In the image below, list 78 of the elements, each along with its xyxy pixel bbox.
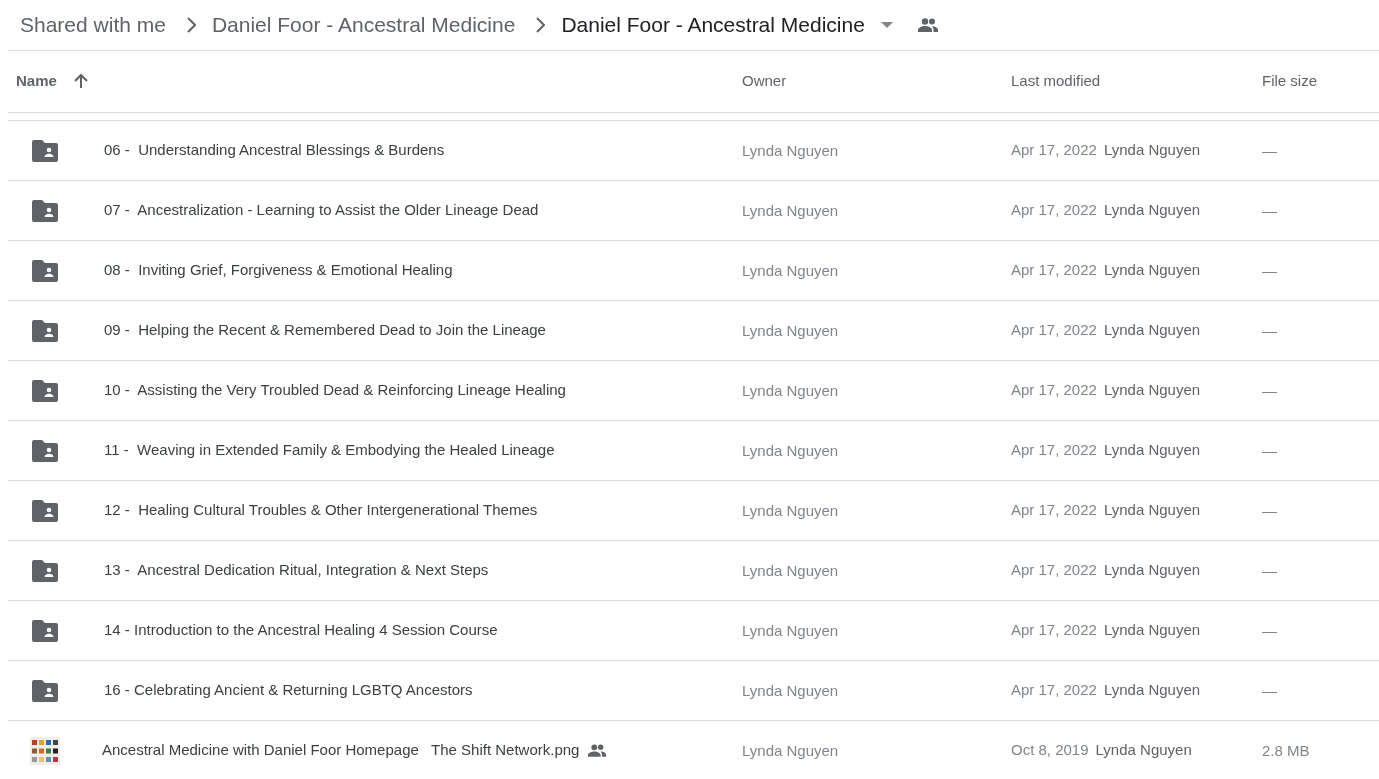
file-row[interactable]: 14 - Introduction to the Ancestral Healing 4 Session Course Lynda Nguyen Apr 17, 2022 Lynda Nguyen — <box>8 601 1379 661</box>
modified-by: Lynda Nguyen <box>1103 500 1201 521</box>
owner-name: Lynda Nguyen <box>742 141 839 159</box>
modified-date: Apr 17, 2022 <box>1011 440 1097 461</box>
column-header[interactable]: Last modified <box>1011 70 1101 93</box>
modified-by: Lynda Nguyen <box>1103 560 1201 581</box>
owner-name: Lynda Nguyen <box>742 741 839 759</box>
file-name: 10 - Assisting the Very Troubled Dead & Reinforcing Lineage Healing <box>104 380 566 401</box>
modified-by: Lynda Nguyen <box>1103 140 1201 161</box>
modified-by: Lynda Nguyen <box>1103 680 1201 701</box>
file-name: 14 - Introduction to the Ancestral Healing 4 Session Course <box>104 620 498 641</box>
owner-name: Lynda Nguyen <box>742 381 839 399</box>
owner-name: Lynda Nguyen <box>742 441 839 459</box>
file-row[interactable]: 06 - Understanding Ancestral Blessings & Burdens Lynda Nguyen Apr 17, 2022 Lynda Nguyen — <box>8 121 1379 181</box>
file-name: 16 - Celebrating Ancient & Returning LGBTQ Ancestors <box>104 680 473 701</box>
owner-name: Lynda Nguyen <box>742 561 839 579</box>
breadcrumb-link[interactable]: Daniel Foor - Ancestral Medicine <box>561 9 865 41</box>
modified-by: Lynda Nguyen <box>1103 380 1201 401</box>
file-row[interactable]: 13 - Ancestral Dedication Ritual, Integration & Next Steps Lynda Nguyen Apr 17, 2022 Lynda Nguyen — <box>8 541 1379 601</box>
file-size: — <box>1262 381 1277 399</box>
file-name: Ancestral Medicine with Daniel Foor Homepage The Shift Network.png <box>102 740 580 761</box>
modified-date: Apr 17, 2022 <box>1011 200 1097 221</box>
column-header[interactable]: Name <box>8 70 57 93</box>
chevron-right-icon <box>535 17 546 33</box>
modified-date: Apr 17, 2022 <box>1011 320 1097 341</box>
modified-by: Lynda Nguyen <box>1103 440 1201 461</box>
file-size: — <box>1262 141 1277 159</box>
owner-name: Lynda Nguyen <box>742 501 839 519</box>
modified-date: Apr 17, 2022 <box>1011 620 1097 641</box>
modified-date: Apr 17, 2022 <box>1011 260 1097 281</box>
file-row[interactable]: 12 - Healing Cultural Troubles & Other Intergenerational Themes Lynda Nguyen Apr 17, 2022 Lynda Nguyen — <box>8 481 1379 541</box>
file-name: 12 - Healing Cultural Troubles & Other Intergenerational Themes <box>104 500 538 521</box>
owner-name: Lynda Nguyen <box>742 261 839 279</box>
file-size: — <box>1262 561 1277 579</box>
breadcrumb-link[interactable]: Daniel Foor - Ancestral Medicine <box>211 9 516 41</box>
modified-by: Lynda Nguyen <box>1103 260 1201 281</box>
sort-arrow-icon[interactable] <box>72 73 89 90</box>
file-name: 11 - Weaving in Extended Family & Embodying the Healed Lineage <box>104 440 555 461</box>
file-size: — <box>1262 621 1277 639</box>
file-name: 08 - Inviting Grief, Forgiveness & Emotional Healing <box>104 260 453 281</box>
file-name: 06 - Understanding Ancestral Blessings & Burdens <box>104 140 445 161</box>
modified-date: Apr 17, 2022 <box>1011 380 1097 401</box>
modified-date: Apr 17, 2022 <box>1011 500 1097 521</box>
modified-by: Lynda Nguyen <box>1103 320 1201 341</box>
file-size: — <box>1262 261 1277 279</box>
dropdown-caret-icon[interactable] <box>880 22 893 28</box>
modified-by: Lynda Nguyen <box>1103 200 1201 221</box>
file-size: — <box>1262 201 1277 219</box>
modified-date: Oct 8, 2019 <box>1011 740 1089 761</box>
owner-name: Lynda Nguyen <box>742 621 839 639</box>
modified-by: Lynda Nguyen <box>1095 740 1192 761</box>
owner-name: Lynda Nguyen <box>742 321 839 339</box>
owner-name: Lynda Nguyen <box>742 681 839 699</box>
file-size: — <box>1262 501 1277 519</box>
modified-by: Lynda Nguyen <box>1103 620 1201 641</box>
file-row[interactable]: 09 - Helping the Recent & Remembered Dead to Join the Lineage Lynda Nguyen Apr 17, 2022 Lynda Nguyen — <box>8 301 1379 361</box>
column-header[interactable]: File size <box>1262 70 1317 93</box>
file-row[interactable]: 11 - Weaving in Extended Family & Embodying the Healed Lineage Lynda Nguyen Apr 17, 2022 Lynda Nguyen — <box>8 421 1379 481</box>
file-size: 2.8 MB <box>1262 741 1310 759</box>
file-name: 09 - Helping the Recent & Remembered Dead to Join the Lineage <box>104 320 546 341</box>
file-size: — <box>1262 441 1277 459</box>
chevron-right-icon <box>185 17 196 33</box>
column-header[interactable]: Owner <box>742 70 787 93</box>
modified-date: Apr 17, 2022 <box>1011 140 1097 161</box>
file-name: 13 - Ancestral Dedication Ritual, Integration & Next Steps <box>104 560 489 581</box>
file-row[interactable]: Ancestral Medicine with Daniel Foor Homepage The Shift Network.png Lynda Nguyen Oct 8, 2019 Lynda Nguyen 2.8 MB <box>8 721 1379 779</box>
file-row[interactable]: 10 - Assisting the Very Troubled Dead & Reinforcing Lineage Healing Lynda Nguyen Apr 17, 2022 Lynda Nguyen — <box>8 361 1379 421</box>
file-row[interactable]: 16 - Celebrating Ancient & Returning LGBTQ Ancestors Lynda Nguyen Apr 17, 2022 Lynda Nguyen — <box>8 661 1379 721</box>
file-name: 07 - Ancestralization - Learning to Assist the Older Lineage Dead <box>104 200 539 221</box>
modified-date: Apr 17, 2022 <box>1011 560 1097 581</box>
people-icon[interactable] <box>916 18 939 32</box>
file-size: — <box>1262 681 1277 699</box>
modified-date: Apr 17, 2022 <box>1011 680 1097 701</box>
breadcrumb-link[interactable]: Shared with me <box>20 9 166 41</box>
owner-name: Lynda Nguyen <box>742 201 839 219</box>
file-row[interactable]: 07 - Ancestralization - Learning to Assist the Older Lineage Dead Lynda Nguyen Apr 17, 2022 Lynda Nguyen — <box>8 181 1379 241</box>
file-size: — <box>1262 321 1277 339</box>
file-row[interactable]: 08 - Inviting Grief, Forgiveness & Emotional Healing Lynda Nguyen Apr 17, 2022 Lynda Nguyen — <box>8 241 1379 301</box>
